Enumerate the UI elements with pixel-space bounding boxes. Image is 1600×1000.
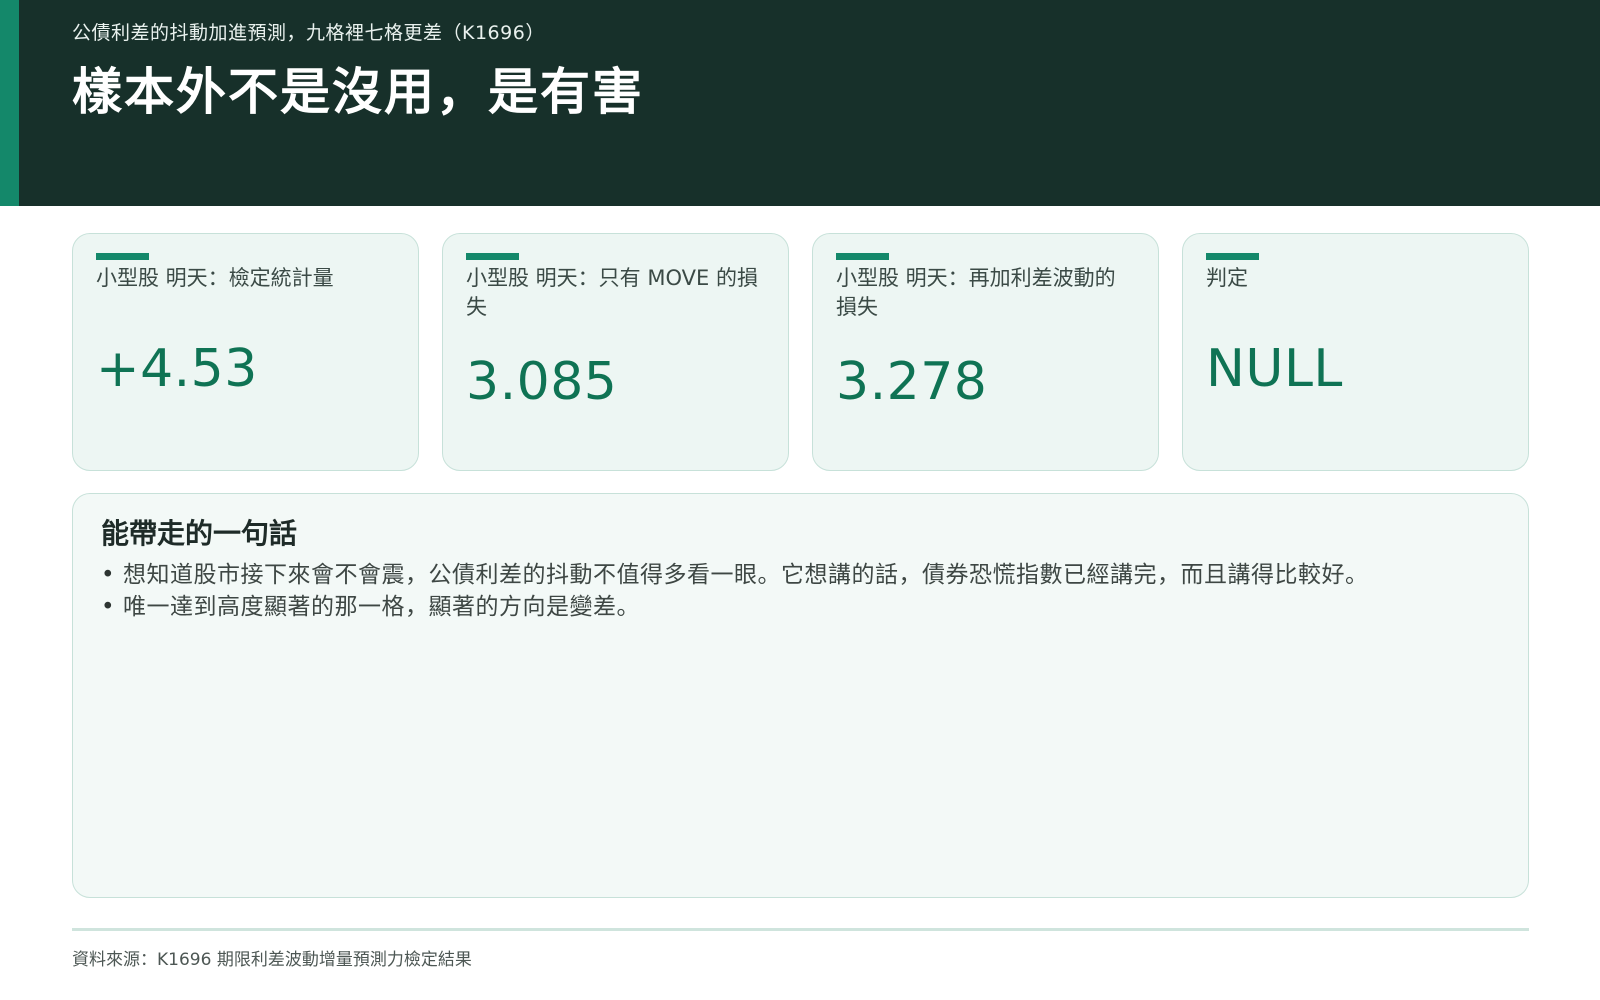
list-item-text: 唯一達到高度顯著的那一格，顯著的方向是變差。 — [123, 594, 640, 620]
card-value: 3.085 — [466, 352, 618, 412]
list-item: • 唯一達到高度顯著的那一格，顯著的方向是變差。 — [101, 591, 1496, 623]
card-accent-bar — [96, 253, 149, 260]
stat-cards: 小型股 明天：檢定統計量 +4.53 小型股 明天：只有 MOVE 的損失 3.… — [72, 233, 1529, 473]
card-value: NULL — [1206, 339, 1343, 399]
card-accent-bar — [1206, 253, 1259, 260]
bullet-dot-icon: • — [101, 594, 116, 620]
header-banner: 公債利差的抖動加進預測，九格裡七格更差（K1696） 樣本外不是沒用，是有害 — [0, 0, 1600, 206]
card-value: 3.278 — [836, 352, 988, 412]
card-label: 小型股 明天：只有 MOVE 的損失 — [466, 266, 758, 319]
card-value: +4.53 — [96, 339, 258, 399]
takeaway-panel: 能帶走的一句話 • 想知道股市接下來會不會震，公債利差的抖動不值得多看一眼。它想講… — [72, 493, 1529, 898]
bullet-dot-icon: • — [101, 562, 116, 588]
takeaway-list: • 想知道股市接下來會不會震，公債利差的抖動不值得多看一眼。它想講的話，債券恐慌指… — [101, 559, 1496, 623]
list-item: • 想知道股市接下來會不會震，公債利差的抖動不值得多看一眼。它想講的話，債券恐慌指… — [101, 559, 1496, 591]
card-label: 小型股 明天：檢定統計量 — [96, 266, 334, 290]
footer-divider — [72, 928, 1529, 931]
stat-card-move-loss: 小型股 明天：只有 MOVE 的損失 3.085 — [442, 233, 789, 471]
stat-card-verdict: 判定 NULL — [1182, 233, 1529, 471]
takeaway-title: 能帶走的一句話 — [101, 517, 298, 550]
card-label: 判定 — [1206, 266, 1248, 290]
card-label: 小型股 明天：再加利差波動的損失 — [836, 266, 1116, 319]
stat-card-test-statistic: 小型股 明天：檢定統計量 +4.53 — [72, 233, 419, 471]
page-title: 樣本外不是沒用，是有害 — [72, 63, 644, 121]
card-accent-bar — [466, 253, 519, 260]
header-subtitle: 公債利差的抖動加進預測，九格裡七格更差（K1696） — [72, 22, 545, 44]
header-accent-bar — [0, 0, 19, 206]
card-accent-bar — [836, 253, 889, 260]
list-item-text: 想知道股市接下來會不會震，公債利差的抖動不值得多看一眼。它想講的話，債券恐慌指數… — [123, 562, 1369, 588]
footer-source: 資料來源：K1696 期限利差波動增量預測力檢定結果 — [72, 950, 472, 970]
stat-card-spread-loss: 小型股 明天：再加利差波動的損失 3.278 — [812, 233, 1159, 471]
